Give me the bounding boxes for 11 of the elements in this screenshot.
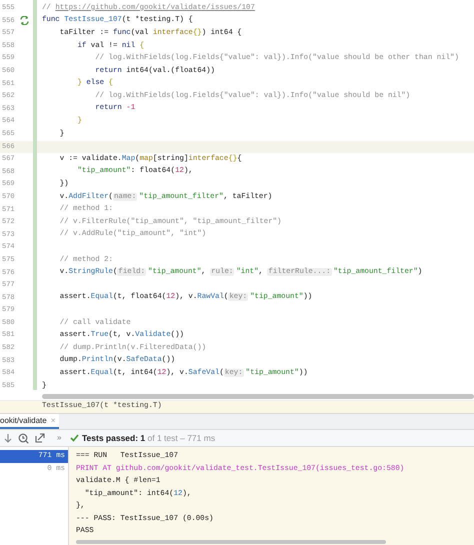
run-tab[interactable]: ookit/validate × [0, 414, 60, 429]
more-button[interactable]: » [57, 432, 62, 444]
down-arrow-icon[interactable] [4, 433, 12, 443]
horizontal-scrollbar[interactable] [76, 540, 386, 544]
test-status: Tests passed: 1 of 1 test – 771 ms [82, 432, 216, 444]
check-icon [70, 434, 79, 442]
clock-search-icon[interactable] [18, 432, 29, 444]
code-editor[interactable] [0, 0, 474, 393]
export-icon[interactable] [35, 433, 45, 443]
horizontal-scrollbar[interactable] [42, 394, 474, 399]
run-icon[interactable] [20, 16, 29, 26]
